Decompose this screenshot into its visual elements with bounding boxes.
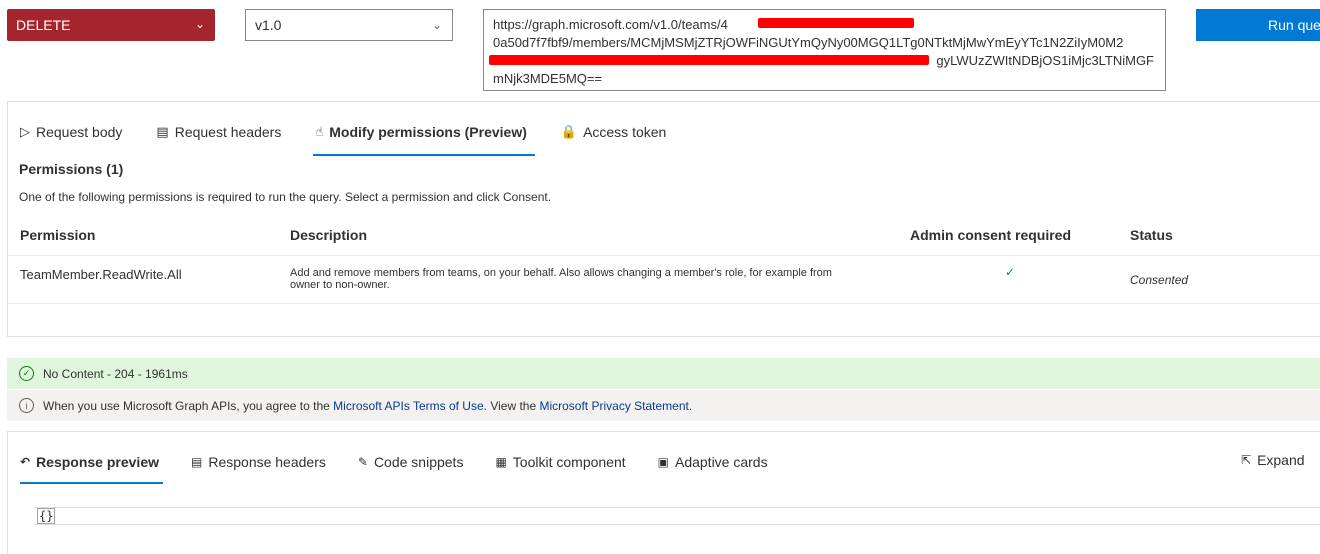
response-panel: ↶ Response preview ▤ Response headers ✎ … <box>7 431 1320 554</box>
tab-adaptive-cards[interactable]: ▣ Adaptive cards <box>658 452 768 472</box>
privacy-statement-link[interactable]: Microsoft Privacy Statement <box>539 399 688 413</box>
toolkit-icon: ▦ <box>495 455 507 469</box>
response-tabs: ↶ Response preview ▤ Response headers ✎ … <box>20 452 800 484</box>
chevron-down-icon: ⌄ <box>431 18 442 32</box>
permission-description: Add and remove members from teams, on yo… <box>290 267 900 291</box>
tab-toolkit-component[interactable]: ▦ Toolkit component <box>495 452 625 472</box>
url-line-4: mNjk3MDE5MQ== <box>493 71 603 86</box>
tab-label: Access token <box>583 124 667 140</box>
url-line-2: 0a50d7f7fbf9/members/MCMjMSMjZTRjOWFiNGU… <box>493 35 1124 50</box>
document-icon: ▤ <box>156 124 169 139</box>
run-query-button[interactable]: Run query <box>1196 9 1320 41</box>
status-badge: Consented <box>1130 273 1189 287</box>
tab-access-token[interactable]: 🔒 Access token <box>561 120 666 144</box>
permissions-description: One of the following permissions is requ… <box>19 190 552 204</box>
tab-response-preview[interactable]: ↶ Response preview <box>20 452 163 484</box>
info-bar: i When you use Microsoft Graph APIs, you… <box>7 390 1320 421</box>
permissions-table-header: Permission Description Admin consent req… <box>8 218 1320 256</box>
tab-label: Request body <box>36 124 123 140</box>
success-check-icon: ✓ <box>19 366 34 381</box>
touch-icon: ☝ <box>315 124 324 139</box>
info-prefix: When you use Microsoft Graph APIs, you a… <box>43 398 334 413</box>
check-icon: ✓ <box>1005 265 1016 279</box>
code-icon: ✎ <box>357 455 368 469</box>
response-editor[interactable]: {} <box>35 507 1320 525</box>
http-method-value: DELETE <box>16 17 71 33</box>
column-admin-consent: Admin consent required <box>910 227 1072 243</box>
request-panel: ▷ Request body ▤ Request headers ☝ Modif… <box>7 101 1320 337</box>
chevron-down-icon: ⌄ <box>194 17 205 31</box>
undo-icon: ↶ <box>20 455 31 469</box>
version-dropdown[interactable]: v1.0 ⌄ <box>245 9 453 41</box>
status-success-bar: ✓ No Content - 204 - 1961ms <box>7 358 1320 389</box>
tab-label: Request headers <box>174 124 282 140</box>
info-middle: . View the <box>483 398 540 413</box>
info-icon: i <box>19 398 34 413</box>
column-permission: Permission <box>20 227 96 243</box>
tab-modify-permissions[interactable]: ☝ Modify permissions (Preview) <box>313 120 535 156</box>
tab-label: Modify permissions (Preview) <box>329 124 527 140</box>
terms-of-use-link[interactable]: Microsoft APIs Terms of Use <box>333 399 484 413</box>
expand-button[interactable]: ⇱ Expand <box>1241 452 1305 468</box>
permissions-title: Permissions (1) <box>19 161 124 177</box>
tab-label: Code snippets <box>373 454 464 470</box>
redaction-mark <box>758 18 914 28</box>
query-url-input[interactable]: https://graph.microsoft.com/v1.0/teams/4… <box>483 9 1166 91</box>
send-icon: ▷ <box>20 124 30 139</box>
card-icon: ▣ <box>657 455 669 469</box>
version-value: v1.0 <box>255 17 282 33</box>
permission-description-line-1: Add and remove members from teams, on yo… <box>290 267 832 279</box>
tab-code-snippets[interactable]: ✎ Code snippets <box>358 452 464 472</box>
response-body: {} <box>37 508 56 524</box>
tab-response-headers[interactable]: ▤ Response headers <box>191 452 326 472</box>
expand-label: Expand <box>1257 452 1305 468</box>
expand-icon: ⇱ <box>1241 453 1252 467</box>
lock-icon: 🔒 <box>560 124 578 139</box>
permission-description-line-2: owner to non-owner. <box>290 279 390 291</box>
redaction-mark <box>489 55 929 65</box>
info-suffix: . <box>688 398 693 413</box>
permission-name: TeamMember.ReadWrite.All <box>20 267 182 282</box>
column-status: Status <box>1130 227 1173 243</box>
tab-request-headers[interactable]: ▤ Request headers <box>156 120 281 144</box>
tab-label: Toolkit component <box>512 454 626 470</box>
http-method-dropdown[interactable]: DELETE ⌄ <box>7 9 215 41</box>
tab-label: Response preview <box>36 454 159 470</box>
request-tabs: ▷ Request body ▤ Request headers ☝ Modif… <box>20 120 700 156</box>
tab-request-body[interactable]: ▷ Request body <box>20 120 122 144</box>
status-message: No Content - 204 - 1961ms <box>43 366 188 381</box>
table-row: TeamMember.ReadWrite.All Add and remove … <box>8 256 1320 304</box>
tab-label: Adaptive cards <box>674 454 768 470</box>
column-description: Description <box>290 227 368 243</box>
document-icon: ▤ <box>191 455 203 469</box>
tab-label: Response headers <box>208 454 326 470</box>
